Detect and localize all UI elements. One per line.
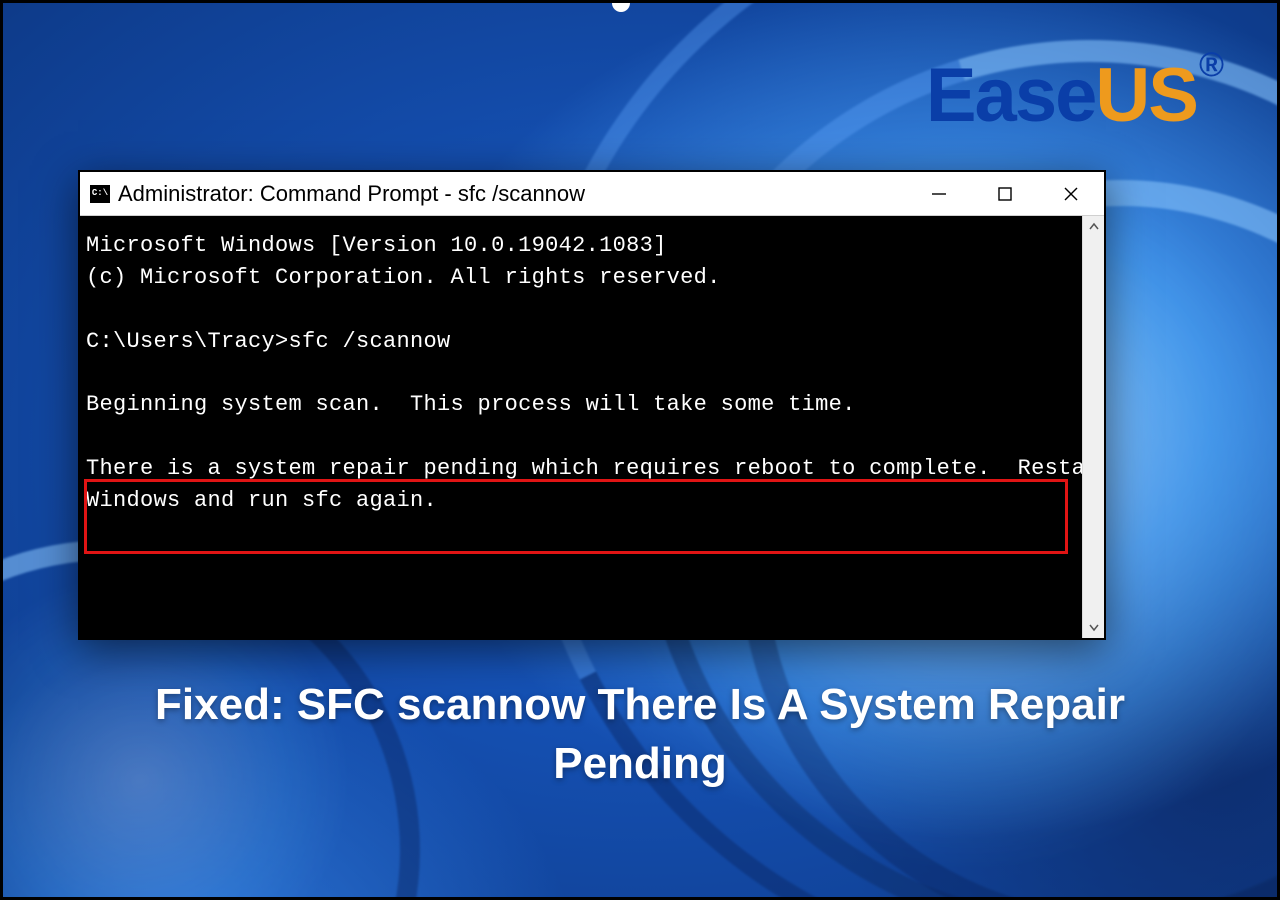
window-title: Administrator: Command Prompt - sfc /sca… (118, 181, 906, 207)
window-body: Microsoft Windows [Version 10.0.19042.10… (80, 216, 1104, 638)
article-caption: Fixed: SFC scannow There Is A System Rep… (0, 675, 1280, 794)
cmd-icon: C:\ (90, 185, 110, 203)
console-line: Windows and run sfc again. (86, 488, 437, 513)
console-line: Microsoft Windows [Version 10.0.19042.10… (86, 233, 667, 258)
maximize-button[interactable] (972, 172, 1038, 215)
vertical-scrollbar[interactable] (1082, 216, 1104, 638)
registered-mark: ® (1199, 46, 1222, 84)
console-line: There is a system repair pending which r… (86, 456, 1082, 481)
minimize-button[interactable] (906, 172, 972, 215)
minimize-icon (930, 185, 948, 203)
close-button[interactable] (1038, 172, 1104, 215)
window-controls (906, 172, 1104, 215)
command-prompt-window: C:\ Administrator: Command Prompt - sfc … (78, 170, 1106, 640)
logo-part-us: US (1095, 53, 1197, 138)
console-output[interactable]: Microsoft Windows [Version 10.0.19042.10… (80, 216, 1082, 638)
console-line: C:\Users\Tracy>sfc /scannow (86, 329, 451, 354)
easeus-logo: EaseUS® (926, 52, 1220, 139)
window-titlebar[interactable]: C:\ Administrator: Command Prompt - sfc … (80, 172, 1104, 216)
maximize-icon (997, 186, 1013, 202)
console-line: (c) Microsoft Corporation. All rights re… (86, 265, 721, 290)
scroll-up-button[interactable] (1083, 216, 1104, 238)
scroll-down-button[interactable] (1083, 616, 1104, 638)
close-icon (1062, 185, 1080, 203)
chevron-down-icon (1089, 622, 1099, 632)
logo-part-ease: Ease (926, 53, 1096, 138)
chevron-up-icon (1089, 222, 1099, 232)
console-line: Beginning system scan. This process will… (86, 392, 856, 417)
